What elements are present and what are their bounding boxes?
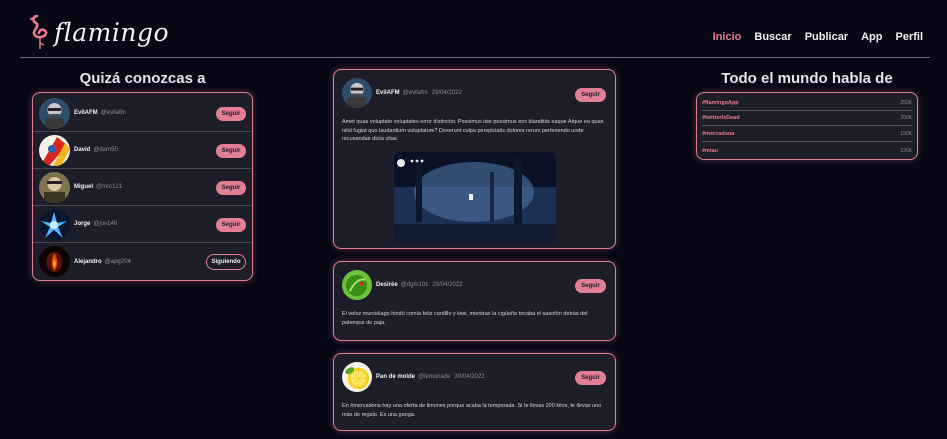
trend-tag[interactable]: #miau — [702, 148, 718, 154]
logo[interactable]: flamingo — [28, 14, 169, 50]
follow-button[interactable]: Seguir — [575, 371, 606, 385]
follow-button[interactable]: Seguir — [575, 88, 606, 102]
trend-item[interactable]: #miau 125K — [702, 143, 912, 158]
username[interactable]: Pan de molde — [376, 374, 415, 380]
user-handle: @jov148 — [93, 221, 118, 227]
unfollow-button[interactable]: Siguiendo — [206, 254, 246, 270]
trend-count: 200K — [900, 115, 912, 121]
avatar[interactable] — [342, 362, 372, 392]
post-date: 29/04/2022 — [431, 90, 462, 96]
trend-tag[interactable]: #twitterIsDead — [702, 115, 740, 121]
follow-button[interactable]: Seguir — [216, 218, 246, 232]
trend-item[interactable]: #flamingoApp 253K — [702, 96, 912, 111]
user-handle: @evilafm — [402, 90, 428, 96]
follow-button[interactable]: Seguir — [216, 144, 246, 158]
suggestion-row: Jorge @jov148 Seguir — [33, 206, 252, 243]
avatar[interactable] — [39, 246, 70, 277]
trend-item[interactable]: #twitterIsDead 200K — [702, 111, 912, 126]
trend-count: 253K — [900, 100, 912, 106]
username[interactable]: Alejandro — [74, 259, 102, 265]
username[interactable]: Desirée — [376, 282, 398, 288]
username[interactable]: Miguel — [74, 184, 93, 190]
user-handle: @lemonade — [418, 374, 451, 380]
follow-button[interactable]: Seguir — [575, 279, 606, 293]
post-header: Pan de molde @lemonade 30/04/2022 — [342, 362, 485, 392]
post-header: Desirée @dgm101 29/04/2022 — [342, 270, 463, 300]
post-text: En #mercadona hay una oferta de limones … — [342, 403, 602, 418]
avatar[interactable] — [39, 134, 70, 166]
suggestion-row: EvilAFM @evilafm Seguir — [33, 95, 252, 132]
post-image[interactable] — [394, 152, 556, 243]
follow-button[interactable]: Seguir — [216, 107, 246, 121]
user-handle: @dam50 — [93, 147, 118, 153]
follow-button[interactable]: Seguir — [216, 181, 246, 195]
header-divider — [20, 57, 930, 58]
post-date: 29/04/2022 — [432, 282, 463, 288]
avatar[interactable] — [39, 171, 70, 203]
username[interactable]: EvilAFM — [74, 110, 98, 116]
avatar[interactable] — [39, 97, 70, 129]
trends-title: Todo el mundo habla de — [721, 70, 893, 87]
post-card: Pan de molde @lemonade 30/04/2022 Seguir… — [333, 353, 616, 431]
logo-text: flamingo — [54, 17, 170, 47]
trend-count: 125K — [900, 147, 912, 154]
avatar[interactable] — [342, 78, 372, 108]
top-bar: flamingo Inicio Buscar Publicar App Perf… — [0, 0, 947, 58]
user-handle: @dgm101 — [400, 282, 429, 288]
suggestion-row: Alejandro @apg204 Siguiendo — [33, 243, 252, 280]
trend-tag[interactable]: #flamingoApp — [702, 100, 739, 106]
user-handle: @evilafm — [100, 110, 126, 116]
post-text: El veloz murciélago hindú comía feliz ca… — [342, 311, 588, 326]
trends-panel: #flamingoApp 253K #twitterIsDead 200K #m… — [696, 92, 918, 160]
trend-count: 150K — [900, 131, 912, 137]
username[interactable]: EvilAFM — [376, 90, 400, 96]
user-handle: @mrc121 — [96, 184, 123, 190]
user-handle: @apg204 — [104, 258, 131, 265]
main-nav: Inicio Buscar Publicar App Perfil — [713, 31, 923, 43]
username[interactable]: David — [74, 147, 90, 153]
avatar[interactable] — [39, 208, 70, 240]
suggestions-panel: EvilAFM @evilafm Seguir David @dam50 Seg… — [32, 92, 253, 281]
flamingo-icon — [30, 14, 48, 49]
post-card: EvilAFM @evilafm 29/04/2022 Seguir Amet … — [333, 69, 616, 249]
suggestion-row: David @dam50 Seguir — [33, 132, 252, 169]
trend-tag[interactable]: #mercadona — [702, 131, 734, 137]
suggestions-title: Quizá conozcas a — [79, 70, 206, 87]
post-date: 30/04/2022 — [454, 374, 485, 380]
username[interactable]: Jorge — [74, 221, 90, 227]
nav-perfil[interactable]: Perfil — [895, 31, 923, 43]
post-header: EvilAFM @evilafm 29/04/2022 — [342, 78, 462, 108]
avatar[interactable] — [342, 270, 372, 300]
post-card: Desirée @dgm101 29/04/2022 Seguir El vel… — [333, 261, 616, 341]
nav-publicar[interactable]: Publicar — [805, 31, 848, 43]
nav-buscar[interactable]: Buscar — [754, 31, 791, 43]
nav-app[interactable]: App — [861, 31, 882, 43]
trend-item[interactable]: #mercadona 150K — [702, 127, 912, 142]
post-text: Amet quas voluptate voluptates error dis… — [342, 119, 604, 143]
nav-inicio[interactable]: Inicio — [713, 31, 742, 43]
suggestion-row: Miguel @mrc121 Seguir — [33, 169, 252, 206]
